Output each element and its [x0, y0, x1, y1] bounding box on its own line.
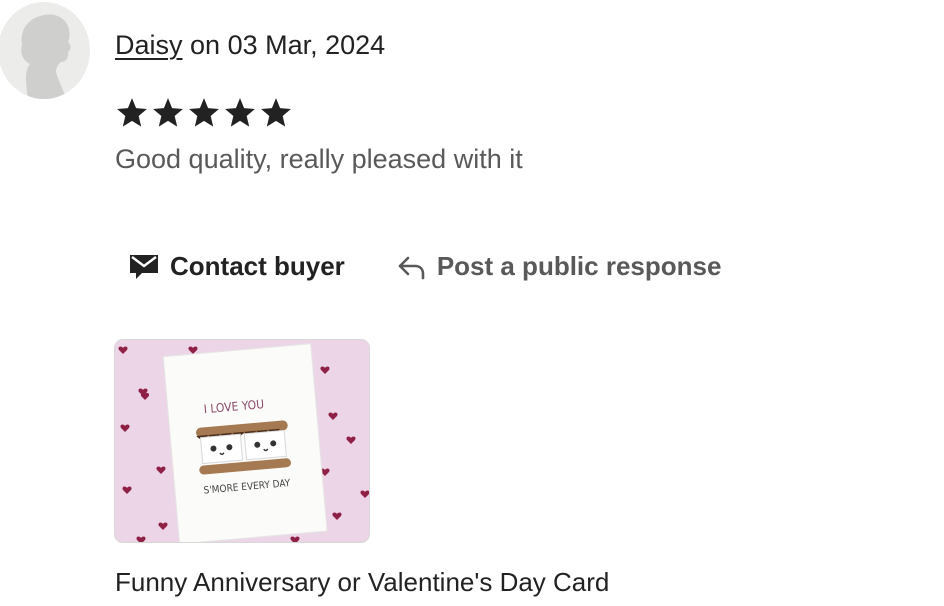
star-rating [115, 96, 293, 134]
star-icon [189, 98, 219, 127]
card-image: I LOVE YOU S'MORE EVERY DAY [115, 340, 369, 542]
star-icon [225, 98, 255, 127]
reply-arrow-icon [397, 252, 427, 280]
avatar[interactable] [0, 2, 90, 99]
contact-buyer-label: Contact buyer [170, 250, 345, 281]
review-date: 03 Mar, 2024 [227, 30, 386, 60]
star-icon [153, 98, 183, 127]
review-byline: Daisy on 03 Mar, 2024 [115, 28, 385, 62]
review-actions: Contact buyer Post a public response [128, 246, 721, 286]
date-prefix: on [182, 30, 228, 60]
listing-thumbnail[interactable]: I LOVE YOU S'MORE EVERY DAY [114, 339, 370, 543]
envelope-icon [128, 251, 160, 281]
star-icon [261, 98, 291, 127]
star-icon [117, 98, 147, 127]
contact-buyer-button[interactable]: Contact buyer [128, 251, 345, 282]
author-link[interactable]: Daisy [115, 30, 183, 60]
post-public-response-label: Post a public response [436, 250, 722, 281]
user-silhouette-icon [21, 14, 71, 99]
review-card: Daisy on 03 Mar, 2024 Good quality, real… [0, 0, 944, 606]
post-public-response-button[interactable]: Post a public response [397, 250, 722, 282]
listing-title-link[interactable]: Funny Anniversary or Valentine's Day Car… [115, 565, 609, 599]
review-text: Good quality, really pleased with it [115, 144, 523, 174]
